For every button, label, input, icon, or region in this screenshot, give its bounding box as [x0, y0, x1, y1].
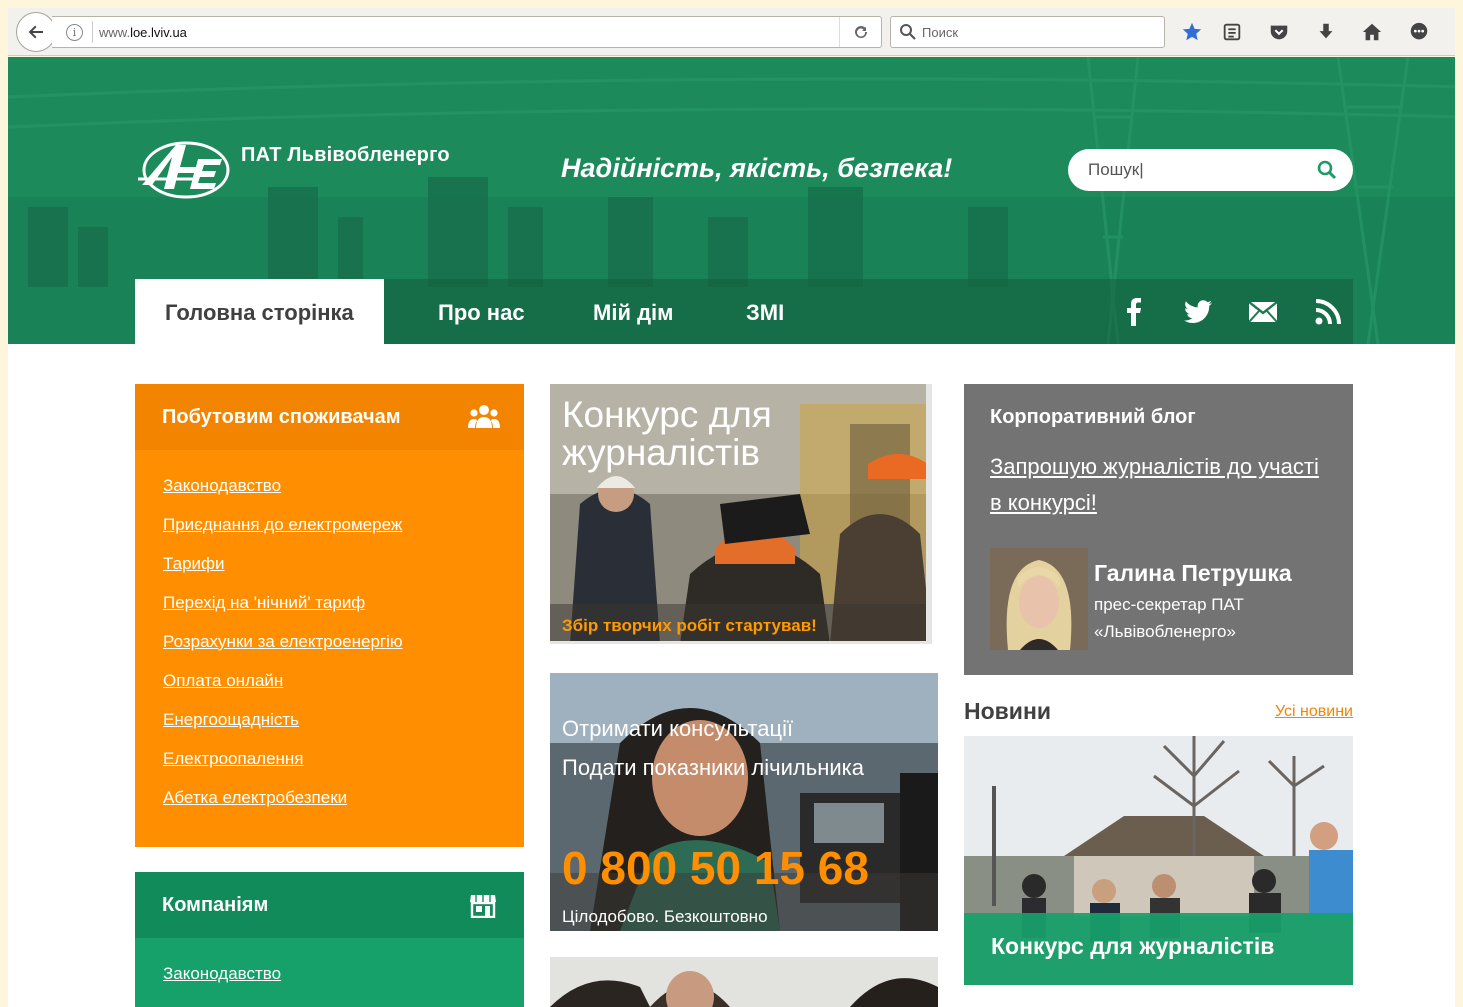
bookmark-star-icon[interactable]: [1180, 20, 1204, 44]
download-icon[interactable]: [1314, 20, 1338, 44]
consumers-panel: Побутовим споживачам Законодавство Приєд…: [135, 384, 524, 847]
author-company: «Львівобленерго»: [1094, 622, 1236, 641]
promo-contest-title: Конкурс для журналістів: [562, 394, 772, 473]
promo-line-consultation: Отримати консультації: [562, 716, 794, 741]
browser-search-placeholder: Поиск: [922, 24, 959, 40]
site-header: ПАТ Львівобленерго Надійність, якість, б…: [8, 57, 1463, 344]
news-title: Новини: [964, 698, 1051, 724]
home-icon[interactable]: [1360, 20, 1384, 44]
news-card-caption: Конкурс для журналістів: [964, 913, 1353, 985]
list-item: Розрахунки за електроенергію: [163, 632, 524, 671]
info-icon[interactable]: i: [66, 23, 83, 41]
users-icon: [468, 405, 500, 428]
companies-panel: Компаніям Законодавство: [135, 872, 524, 1007]
address-bar[interactable]: i www.loe.lviv.ua: [52, 16, 882, 48]
company-logo: [138, 141, 230, 199]
list-item: Тарифи: [163, 554, 524, 593]
link-night-tariff[interactable]: Перехід на 'нічний' тариф: [163, 593, 365, 612]
promo-contest-caption: Збір творчих робіт стартував!: [562, 616, 817, 635]
blog-post-link[interactable]: Запрошую журналістів до участі в конкурс…: [990, 449, 1320, 521]
main-content: Побутовим споживачам Законодавство Приєд…: [8, 344, 1463, 1007]
reload-icon: [854, 25, 867, 38]
link-legislation[interactable]: Законодавство: [163, 476, 281, 495]
consumers-links: Законодавство Приєднання до електромереж…: [135, 450, 524, 827]
pocket-icon[interactable]: [1267, 20, 1291, 44]
nav-item-media[interactable]: ЗМІ: [746, 279, 784, 344]
blog-title: Корпоративний блог: [990, 406, 1196, 428]
list-item: Законодавство: [163, 476, 524, 515]
mail-icon[interactable]: [1248, 297, 1278, 327]
window-edge: [1455, 0, 1463, 1007]
link-pay-online[interactable]: Оплата онлайн: [163, 671, 283, 690]
avatar: [990, 548, 1088, 650]
consumers-panel-title: Побутовим споживачам: [162, 405, 401, 428]
list-item: Перехід на 'нічний' тариф: [163, 593, 524, 632]
browser-toolbar: i www.loe.lviv.ua Поиск: [8, 8, 1463, 56]
nav-item-about[interactable]: Про нас: [438, 279, 525, 344]
news-header: Новини Усі новини: [964, 698, 1353, 728]
corporate-blog: Корпоративний блог Запрошую журналістів …: [964, 384, 1353, 675]
search-icon[interactable]: [1317, 160, 1337, 180]
promo-contest-banner[interactable]: Конкурс для журналістів Збір творчих робі…: [550, 384, 932, 644]
rss-icon[interactable]: [1313, 297, 1343, 327]
author-name: Галина Петрушка: [1094, 560, 1292, 586]
back-button[interactable]: [16, 12, 56, 52]
author-role: прес-секретар ПАТ: [1094, 595, 1244, 614]
link-safety-abc[interactable]: Абетка електробезпеки: [163, 788, 347, 807]
link-electric-heating[interactable]: Електроопалення: [163, 749, 304, 768]
twitter-icon[interactable]: [1183, 297, 1213, 327]
chat-icon[interactable]: [1407, 20, 1431, 44]
list-item: Електроопалення: [163, 749, 524, 788]
consumers-panel-header[interactable]: Побутовим споживачам: [135, 384, 524, 450]
nav-item-my-home[interactable]: Мій дім: [593, 279, 673, 344]
companies-panel-title: Компаніям: [162, 893, 269, 916]
all-news-link[interactable]: Усі новини: [1275, 703, 1353, 721]
site-search-input[interactable]: [1088, 160, 1308, 180]
main-nav: Головна сторінка Про нас Мій дім ЗМІ: [135, 279, 1353, 344]
promo-line-meter-readings: Подати показники лічильника: [562, 755, 864, 780]
people-photo: [550, 957, 938, 1007]
slogan: Надійність, якість, безпека!: [561, 153, 953, 183]
link-tariffs[interactable]: Тарифи: [163, 554, 225, 573]
companies-panel-header[interactable]: Компаніям: [135, 872, 524, 938]
list-item: Законодавство: [163, 964, 524, 984]
news-card[interactable]: Конкурс для журналістів: [964, 736, 1353, 985]
store-icon: [470, 895, 496, 918]
list-item: Оплата онлайн: [163, 671, 524, 710]
list-item: Абетка електробезпеки: [163, 788, 524, 827]
link-payments[interactable]: Розрахунки за електроенергію: [163, 632, 403, 651]
companies-links: Законодавство: [135, 938, 524, 984]
blog-author[interactable]: Галина Петрушка прес-секретар ПАТ «Львів…: [990, 548, 1330, 650]
site-search[interactable]: [1068, 149, 1353, 191]
hotline-note: Цілодобово. Безкоштовно: [562, 907, 768, 926]
reload-button[interactable]: [839, 17, 881, 47]
browser-search-input[interactable]: Поиск: [890, 16, 1165, 48]
url-text: www.loe.lviv.ua: [99, 24, 187, 40]
link-energy-saving[interactable]: Енергоощадність: [163, 710, 299, 729]
link-company-legislation[interactable]: Законодавство: [163, 964, 281, 983]
promo-third-banner[interactable]: [550, 957, 938, 1007]
search-icon: [900, 24, 916, 40]
reading-list-icon[interactable]: [1220, 20, 1244, 44]
list-item: Приєднання до електромереж: [163, 515, 524, 554]
company-name[interactable]: ПАТ Львівобленерго: [241, 144, 450, 167]
hotline-phone[interactable]: 0 800 50 15 68: [562, 841, 869, 895]
promo-call-center-banner[interactable]: Отримати консультації Подати показники л…: [550, 673, 938, 931]
link-grid-connection[interactable]: Приєднання до електромереж: [163, 515, 402, 534]
arrow-left-icon: [28, 25, 43, 39]
facebook-icon[interactable]: [1118, 297, 1148, 327]
nav-item-home[interactable]: Головна сторінка: [135, 279, 384, 344]
list-item: Енергоощадність: [163, 710, 524, 749]
